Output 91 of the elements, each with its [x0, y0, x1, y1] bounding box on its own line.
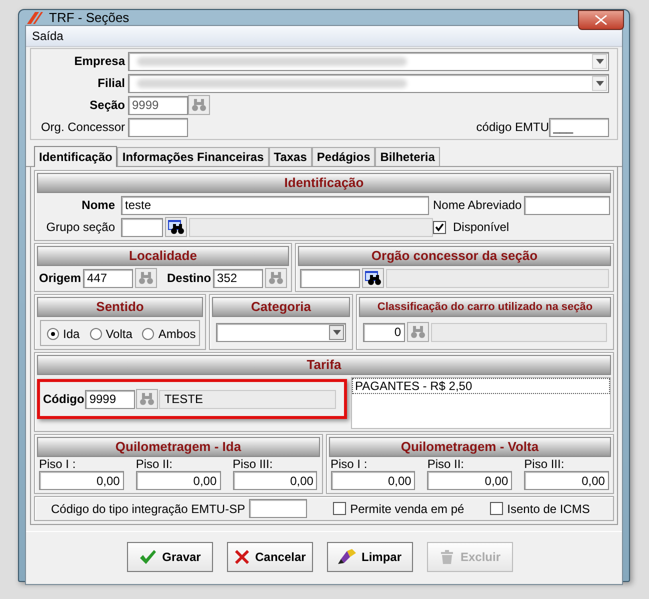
checkbox-label: Disponível	[452, 220, 510, 234]
checkbox-label: Isento de ICMS	[507, 502, 590, 516]
tab[interactable]: Informações Financeiras	[117, 147, 269, 166]
section-header: Tarifa	[37, 355, 611, 375]
field-label: Código	[43, 392, 84, 406]
close-icon	[595, 15, 607, 25]
radio-button[interactable]	[47, 328, 59, 340]
search-button[interactable]	[362, 268, 384, 288]
section-header: Quilometragem - Ida	[37, 437, 320, 457]
field-label: Seção	[88, 98, 126, 112]
branch-dropdown[interactable]	[128, 74, 609, 92]
radio-button[interactable]	[90, 328, 102, 340]
checkmark-icon	[139, 549, 158, 565]
field-label: Filial	[96, 76, 126, 90]
field-label: Grupo seção	[45, 220, 116, 234]
section-header: Identificação	[37, 173, 611, 193]
field-label: Nome	[80, 198, 116, 212]
field-label: Piso II:	[427, 457, 466, 471]
dropdown-arrow-icon	[596, 58, 604, 64]
binoculars-icon	[410, 325, 426, 339]
classification-field[interactable]: 0	[363, 322, 405, 342]
binoculars-icon	[191, 98, 207, 112]
name-field[interactable]: teste	[121, 196, 429, 214]
emtu-code-field[interactable]: ___	[549, 118, 609, 136]
radio-label: Ambos	[158, 327, 196, 341]
save-button[interactable]: Gravar	[127, 542, 213, 572]
dropdown-arrow-icon	[332, 330, 340, 334]
field-label: Piso III:	[232, 457, 274, 471]
field-label: Destino	[167, 271, 212, 285]
binoculars-icon	[268, 271, 284, 285]
clear-button[interactable]: Limpar	[327, 542, 413, 572]
tab[interactable]: Bilheteria	[375, 147, 440, 166]
mileage-field[interactable]: 0,00	[39, 471, 124, 490]
mileage-field[interactable]: 0,00	[232, 471, 318, 490]
company-dropdown[interactable]	[128, 52, 609, 70]
window-title: TRF - Seções	[49, 10, 130, 25]
field-label: Piso III:	[524, 457, 566, 471]
integration-code-field[interactable]	[249, 499, 308, 518]
category-dropdown[interactable]	[216, 322, 346, 342]
app-logo-icon	[25, 10, 43, 24]
short-name-field[interactable]	[524, 196, 610, 214]
section-header: Orgão concessor da seção	[298, 246, 611, 266]
binoculars-icon	[168, 220, 184, 234]
section-header: Classificação do carro utilizado na seção	[359, 297, 611, 317]
section-header: Sentido	[37, 297, 203, 317]
field-label: Piso I :	[39, 457, 77, 471]
section-header: Localidade	[37, 246, 289, 266]
checkbox[interactable]	[433, 220, 446, 234]
section-header: Categoria	[212, 297, 350, 317]
search-button[interactable]	[165, 217, 187, 237]
section-field[interactable]: 9999	[128, 96, 188, 114]
group-code-field[interactable]	[121, 218, 163, 236]
origin-field[interactable]: 447	[83, 268, 134, 288]
field-label: Origem	[39, 271, 82, 285]
checkbox[interactable]	[490, 502, 504, 515]
binoculars-icon	[139, 392, 156, 406]
trash-icon	[439, 549, 456, 565]
radio-label: Ida	[63, 327, 80, 341]
field-label: Nome Abreviado	[433, 198, 522, 212]
cancel-button[interactable]: Cancelar	[227, 542, 313, 572]
tab[interactable]: Pedágios	[312, 147, 376, 166]
field-label: Piso II:	[136, 457, 174, 471]
fare-code-field[interactable]: 9999	[85, 390, 136, 408]
tab[interactable]: Identificação	[34, 146, 118, 167]
mileage-field[interactable]: 0,00	[330, 471, 416, 490]
field-label: Piso I :	[330, 457, 368, 471]
field-label: Org. Concessor	[40, 120, 126, 134]
concessor-code-field[interactable]	[300, 268, 360, 288]
field-label: Código do tipo integração EMTU-SP	[51, 502, 246, 516]
binoculars-icon	[138, 271, 154, 285]
destination-field[interactable]: 352	[213, 268, 264, 288]
close-icon	[234, 549, 250, 565]
checkbox-label: Permite venda em pé	[350, 502, 464, 516]
field-label: código EMTU	[476, 120, 549, 134]
list-item[interactable]: PAGANTES - R$ 2,50	[352, 378, 610, 394]
mileage-field[interactable]: 0,00	[136, 471, 221, 490]
close-button[interactable]	[578, 10, 624, 30]
menu-item[interactable]: Saída	[32, 29, 64, 43]
binoculars-icon	[365, 271, 381, 285]
radio-label: Volta	[106, 327, 132, 341]
section-header: Quilometragem - Volta	[328, 437, 611, 457]
radio-button[interactable]	[142, 328, 154, 340]
field-label: Empresa	[73, 54, 126, 68]
tab[interactable]: Taxas	[268, 147, 312, 166]
checkbox[interactable]	[333, 502, 346, 515]
eraser-icon	[338, 549, 356, 565]
dropdown-arrow-icon	[596, 80, 604, 86]
mileage-field[interactable]: 0,00	[427, 471, 512, 490]
mileage-field[interactable]: 0,00	[524, 471, 609, 490]
concessor-field[interactable]	[128, 118, 188, 136]
fare-name-field: TESTE	[159, 390, 336, 408]
